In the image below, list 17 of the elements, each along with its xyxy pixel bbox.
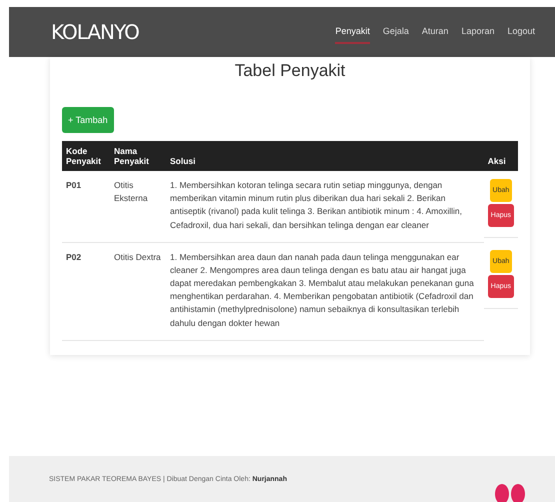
table-cell: P01 — [66, 180, 82, 190]
column-header: Nama Penyakit — [110, 141, 166, 171]
table-cell: P02 — [66, 252, 82, 262]
brand-logo[interactable]: KOLANYO — [51, 20, 139, 44]
table-cell: Otitis Dextra — [114, 252, 161, 262]
column-header: Solusi — [166, 141, 484, 171]
nav-link[interactable]: Aturan — [422, 20, 448, 44]
nav-link[interactable]: Logout — [507, 20, 535, 44]
nav-link[interactable]: Gejala — [382, 20, 409, 44]
table-cell: Otitis Eksterna — [114, 180, 148, 204]
nav-link[interactable]: Laporan — [461, 20, 494, 44]
column-header: Aksi — [484, 141, 518, 171]
page-title: Tabel Penyakit — [234, 61, 346, 81]
column-header: Kode Penyakit — [62, 141, 110, 171]
table-cell: 1. Membersihkan area daun dan nanah pada daun telinga menggunakan ear cleaner 2. Mengompres area daun telinga dengan es batu atau air hangat juga dapat meredakan pembengkakan 3. Membalut atau melakukan penekanan guna menghentikan perdarahan. 4. Memberikan pengobatan antibiotik (Cefadroxil dan antihistamin (methylprednisolone) namun sebaiknya di konsultasikan terlebih dahulu dengan dokter hewan — [170, 252, 474, 328]
nav-link[interactable]: Penyakit — [335, 20, 370, 44]
table-cell: 1. Membersihkan kotoran telinga secara rutin setiap minggunya, dengan memberikan vitamin minum rutin plus diberikan dua hari sekali 2. Berikan antiseptik (rivanol) pada kulit telinga 3. Berikan antibiotik minum : 4. Amoxillin, Cefadroxil, dua hari sekali, dan bersihkan telinga dengan ear cleaner — [170, 180, 462, 230]
